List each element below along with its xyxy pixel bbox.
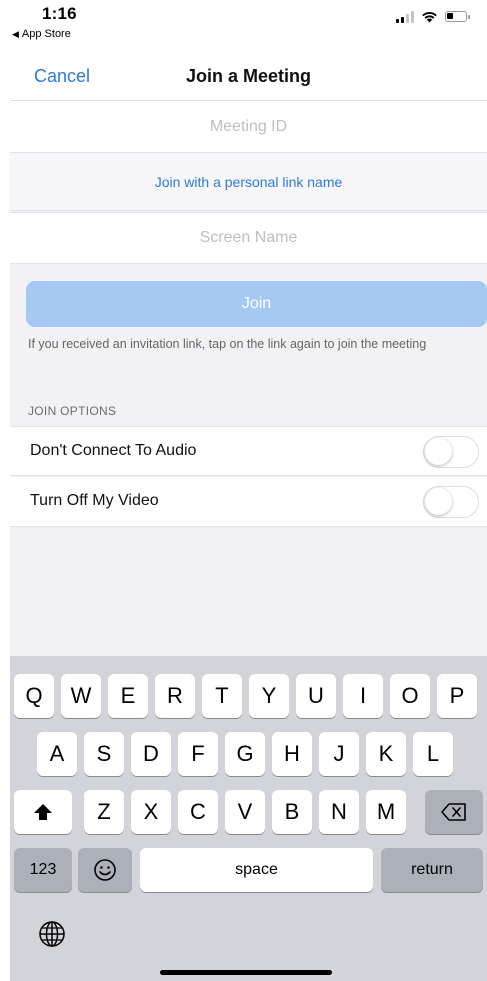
- personal-link-name-link[interactable]: Join with a personal link name: [155, 174, 343, 190]
- keyboard: Q W E R T Y U I O P A S D F G H J K L Z …: [10, 656, 487, 981]
- screen-name-input[interactable]: [10, 228, 487, 248]
- back-app-label: App Store: [21, 28, 71, 40]
- space-key[interactable]: space: [140, 848, 373, 892]
- numbers-key[interactable]: 123: [14, 848, 72, 892]
- key-f[interactable]: F: [178, 732, 218, 776]
- delete-key[interactable]: [425, 790, 483, 834]
- key-p[interactable]: P: [437, 674, 477, 718]
- shift-icon: [34, 804, 52, 820]
- key-x[interactable]: X: [131, 790, 171, 834]
- home-indicator[interactable]: [160, 970, 332, 975]
- key-t[interactable]: T: [202, 674, 242, 718]
- key-r[interactable]: R: [155, 674, 195, 718]
- battery-icon: [445, 11, 470, 22]
- option-turn-off-video: Turn Off My Video: [10, 477, 487, 527]
- delete-icon: [441, 803, 466, 821]
- nav-bar: Cancel Join a Meeting: [10, 54, 487, 101]
- key-w[interactable]: W: [61, 674, 101, 718]
- key-c[interactable]: C: [178, 790, 218, 834]
- key-b[interactable]: B: [272, 790, 312, 834]
- status-time: 1:16: [42, 4, 77, 23]
- status-bar: 1:16 ◀ App Store: [10, 0, 487, 54]
- key-k[interactable]: K: [366, 732, 406, 776]
- screen-name-row: [10, 212, 487, 264]
- key-y[interactable]: Y: [249, 674, 289, 718]
- emoji-icon: [94, 859, 116, 881]
- meeting-id-row: [10, 101, 487, 153]
- key-e[interactable]: E: [108, 674, 148, 718]
- option-label: Don't Connect To Audio: [30, 442, 197, 459]
- option-dont-connect-audio: Don't Connect To Audio: [10, 426, 487, 476]
- key-z[interactable]: Z: [84, 790, 124, 834]
- globe-button[interactable]: [34, 916, 70, 952]
- video-toggle[interactable]: [423, 486, 479, 518]
- page-title: Join a Meeting: [185, 66, 311, 86]
- back-to-app-store[interactable]: ◀ App Store: [12, 28, 71, 40]
- emoji-key[interactable]: [78, 848, 132, 892]
- key-h[interactable]: H: [272, 732, 312, 776]
- join-options-header: JOIN OPTIONS: [28, 404, 117, 418]
- key-l[interactable]: L: [413, 732, 453, 776]
- key-m[interactable]: M: [366, 790, 406, 834]
- key-g[interactable]: G: [225, 732, 265, 776]
- meeting-id-input[interactable]: [10, 116, 487, 137]
- shift-key[interactable]: [14, 790, 72, 834]
- key-a[interactable]: A: [37, 732, 77, 776]
- key-d[interactable]: D: [131, 732, 171, 776]
- join-button[interactable]: Join: [26, 281, 487, 327]
- key-u[interactable]: U: [296, 674, 336, 718]
- wifi-icon: [422, 12, 437, 23]
- personal-link-row: Join with a personal link name: [10, 153, 487, 211]
- join-meeting-screen: 1:16 ◀ App Store Cancel Join a Meeting J…: [10, 0, 487, 981]
- key-i[interactable]: I: [343, 674, 383, 718]
- invitation-hint: If you received an invitation link, tap …: [28, 337, 427, 351]
- key-j[interactable]: J: [319, 732, 359, 776]
- key-o[interactable]: O: [390, 674, 430, 718]
- key-s[interactable]: S: [84, 732, 124, 776]
- status-icons: [396, 10, 470, 23]
- back-arrow-icon: ◀: [12, 28, 19, 39]
- globe-icon: [39, 921, 65, 947]
- key-n[interactable]: N: [319, 790, 359, 834]
- key-v[interactable]: V: [225, 790, 265, 834]
- key-q[interactable]: Q: [14, 674, 54, 718]
- signal-icon: [396, 10, 414, 23]
- option-label: Turn Off My Video: [30, 492, 159, 509]
- return-key[interactable]: return: [381, 848, 483, 892]
- audio-toggle[interactable]: [423, 436, 479, 468]
